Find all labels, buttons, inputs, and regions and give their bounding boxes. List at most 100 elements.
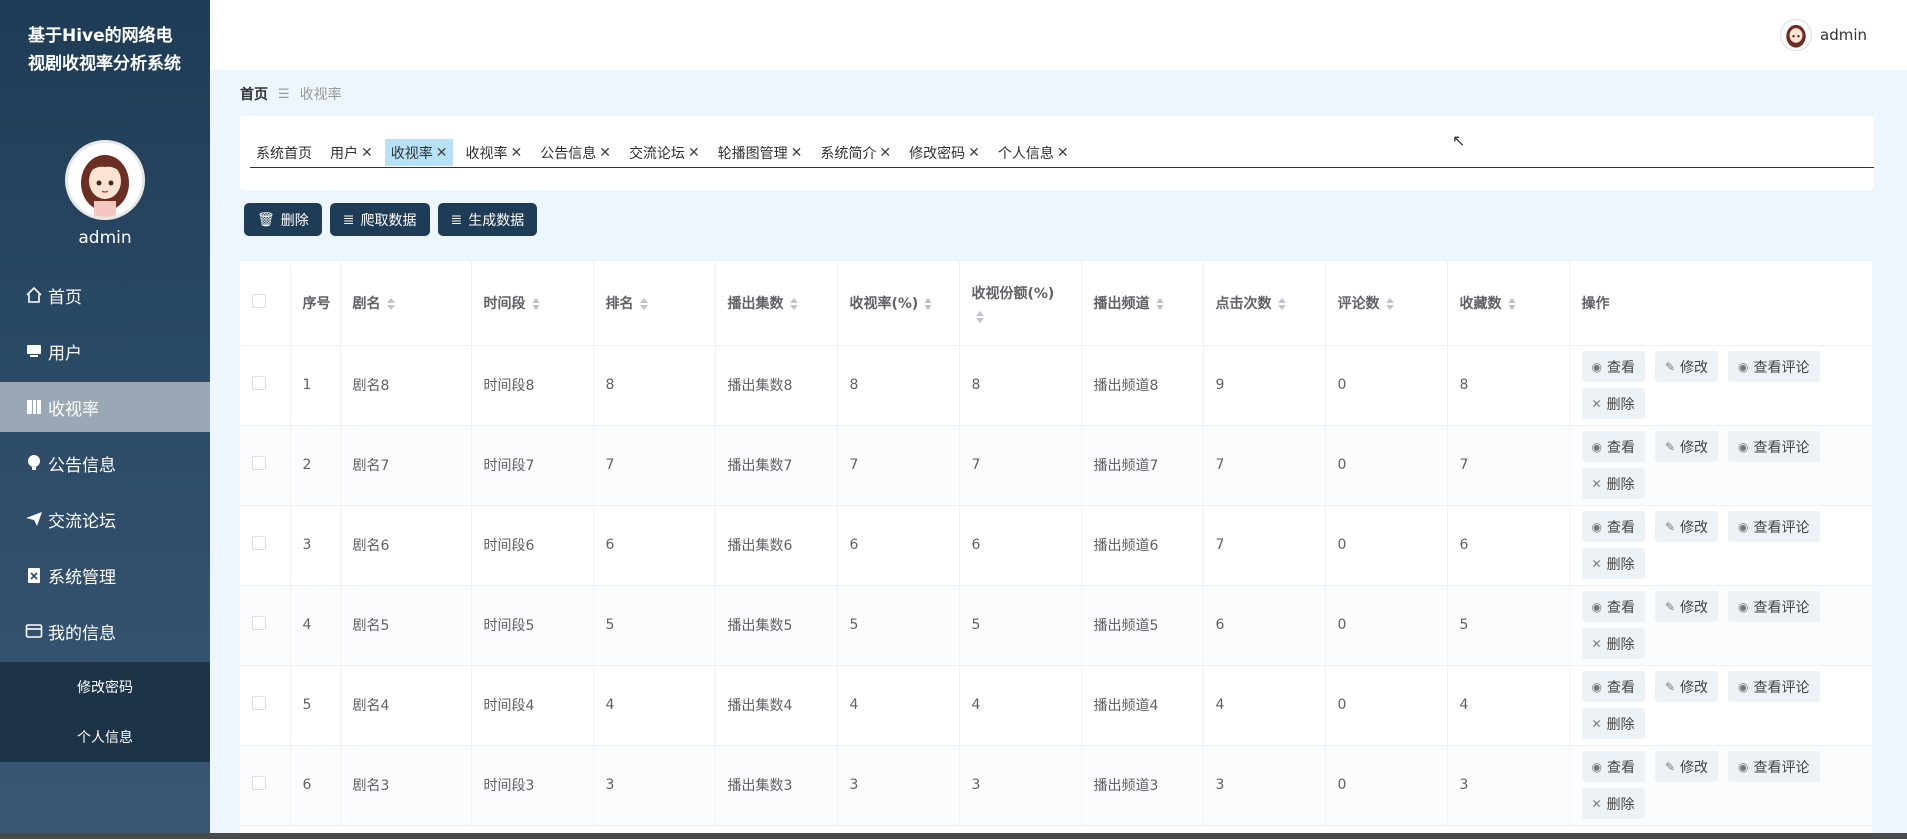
eye-icon: ◉: [1591, 439, 1602, 454]
row-checkbox[interactable]: [252, 776, 266, 790]
table-cell: 时间段4: [471, 665, 594, 746]
sort-icon[interactable]: [1277, 297, 1286, 310]
view-button[interactable]: ◉ 查看: [1581, 511, 1645, 542]
sidebar-item-announcements[interactable]: 公告信息: [0, 438, 210, 488]
tag-announcements[interactable]: 公告信息 ✕: [534, 139, 617, 166]
table-cell: 8: [593, 345, 716, 426]
close-icon[interactable]: ✕: [510, 145, 522, 161]
select-all-checkbox[interactable]: [252, 293, 266, 308]
breadcrumb-home[interactable]: 首页: [240, 84, 268, 104]
table-cell: 6: [1447, 505, 1570, 586]
sidebar-item-home[interactable]: 首页: [0, 270, 210, 320]
row-delete-button[interactable]: ✕ 删除: [1581, 468, 1645, 499]
close-icon[interactable]: ✕: [361, 145, 373, 161]
view-comments-button[interactable]: ◉ 查看评论: [1728, 351, 1820, 382]
edit-button[interactable]: ✎ 修改: [1654, 431, 1719, 462]
delete-button[interactable]: 🗑 删除: [244, 203, 322, 236]
view-comments-button[interactable]: ◉ 查看评论: [1728, 671, 1820, 702]
sidebar-item-users[interactable]: 用户: [0, 326, 210, 376]
sidebar-item-my-info[interactable]: 我的信息: [0, 606, 210, 656]
row-checkbox[interactable]: [252, 696, 266, 710]
row-delete-button[interactable]: ✕ 删除: [1581, 788, 1645, 819]
close-icon[interactable]: ✕: [599, 145, 611, 161]
close-icon[interactable]: ✕: [436, 145, 448, 161]
tag-system-intro[interactable]: 系统简介 ✕: [814, 139, 897, 166]
row-checkbox[interactable]: [252, 376, 266, 390]
tag-forum[interactable]: 交流论坛 ✕: [623, 139, 706, 166]
sort-icon[interactable]: [1507, 297, 1516, 310]
generate-data-button[interactable]: ≣ 生成数据: [437, 203, 538, 236]
row-delete-button[interactable]: ✕ 删除: [1581, 548, 1645, 579]
tag-change-password[interactable]: 修改密码 ✕: [903, 139, 986, 166]
view-button[interactable]: ◉ 查看: [1581, 351, 1645, 382]
view-comments-button[interactable]: ◉ 查看评论: [1728, 511, 1820, 542]
sort-icon[interactable]: [1155, 297, 1164, 310]
sidebar-item-forum[interactable]: 交流论坛: [0, 494, 210, 544]
header-comments[interactable]: 评论数: [1325, 261, 1448, 346]
edit-button[interactable]: ✎ 修改: [1654, 511, 1719, 542]
row-delete-button[interactable]: ✕ 删除: [1581, 628, 1645, 659]
header-title[interactable]: 剧名: [340, 261, 472, 346]
edit-button[interactable]: ✎ 修改: [1654, 751, 1719, 782]
submenu-item-change-password[interactable]: 修改密码: [0, 662, 210, 712]
sort-icon[interactable]: [531, 297, 540, 310]
header-rank[interactable]: 排名: [593, 261, 716, 346]
header-episodes[interactable]: 播出集数: [715, 261, 838, 346]
sidebar-item-system[interactable]: 系统管理: [0, 550, 210, 600]
view-button[interactable]: ◉ 查看: [1581, 671, 1645, 702]
header-user-menu[interactable]: admin: [1780, 19, 1867, 51]
close-icon[interactable]: ✕: [1057, 145, 1069, 161]
clipboard-icon: [24, 565, 44, 585]
cell-value: 6: [1215, 617, 1225, 633]
avatar[interactable]: [65, 140, 145, 220]
view-comments-button[interactable]: ◉ 查看评论: [1728, 431, 1820, 462]
view-button[interactable]: ◉ 查看: [1581, 431, 1645, 462]
close-icon[interactable]: ✕: [688, 145, 700, 161]
header-channel[interactable]: 播出频道: [1081, 261, 1204, 346]
bottom-scrollbar[interactable]: [0, 833, 1907, 839]
header-favorites[interactable]: 收藏数: [1447, 261, 1570, 346]
tag-users[interactable]: 用户 ✕: [324, 139, 379, 166]
row-checkbox[interactable]: [252, 616, 266, 630]
edit-button[interactable]: ✎ 修改: [1654, 591, 1719, 622]
header-share[interactable]: 收视份额(%): [959, 261, 1082, 346]
table-cell: 时间段5: [471, 585, 594, 666]
cell-value: 7: [605, 457, 615, 473]
view-comments-button[interactable]: ◉ 查看评论: [1728, 751, 1820, 782]
cell-value: 时间段4: [483, 698, 535, 714]
edit-button[interactable]: ✎ 修改: [1654, 671, 1719, 702]
sort-icon[interactable]: [975, 310, 984, 323]
row-checkbox[interactable]: [252, 536, 266, 550]
row-delete-button[interactable]: ✕ 删除: [1581, 708, 1645, 739]
view-button[interactable]: ◉ 查看: [1581, 751, 1645, 782]
crawl-data-button[interactable]: ≣ 爬取数据: [329, 203, 430, 236]
row-checkbox[interactable]: [252, 456, 266, 470]
sort-icon[interactable]: [789, 297, 798, 310]
row-delete-button[interactable]: ✕ 删除: [1581, 388, 1645, 419]
sort-icon[interactable]: [639, 297, 648, 310]
header-rating[interactable]: 收视率(%): [837, 261, 960, 346]
tag-ratings[interactable]: 收视率 ✕: [459, 139, 528, 166]
tag-personal-info[interactable]: 个人信息 ✕: [992, 139, 1075, 166]
sort-icon[interactable]: [1385, 297, 1394, 310]
cell-value: 5: [849, 617, 859, 633]
view-comments-button[interactable]: ◉ 查看评论: [1728, 591, 1820, 622]
tag-system-home[interactable]: 系统首页: [250, 139, 318, 166]
cell-value: 4: [1459, 697, 1469, 713]
header-time-slot[interactable]: 时间段: [471, 261, 594, 346]
tag-carousel[interactable]: 轮播图管理 ✕: [712, 139, 809, 166]
cell-value: 8: [1459, 377, 1469, 393]
view-button[interactable]: ◉ 查看: [1581, 591, 1645, 622]
sort-icon[interactable]: [386, 297, 395, 310]
cell-value: 播出集数4: [727, 698, 793, 714]
close-icon[interactable]: ✕: [879, 145, 891, 161]
header-clicks[interactable]: 点击次数: [1203, 261, 1326, 346]
sort-icon[interactable]: [924, 297, 933, 310]
edit-button[interactable]: ✎ 修改: [1654, 351, 1719, 382]
submenu-item-personal-info[interactable]: 个人信息: [0, 712, 210, 762]
sidebar-item-ratings[interactable]: 收视率: [0, 382, 210, 432]
close-icon[interactable]: ✕: [791, 145, 803, 161]
close-icon[interactable]: ✕: [968, 145, 980, 161]
tag-ratings-active[interactable]: 收视率 ✕: [384, 139, 454, 166]
cell-value: 6: [302, 777, 312, 793]
